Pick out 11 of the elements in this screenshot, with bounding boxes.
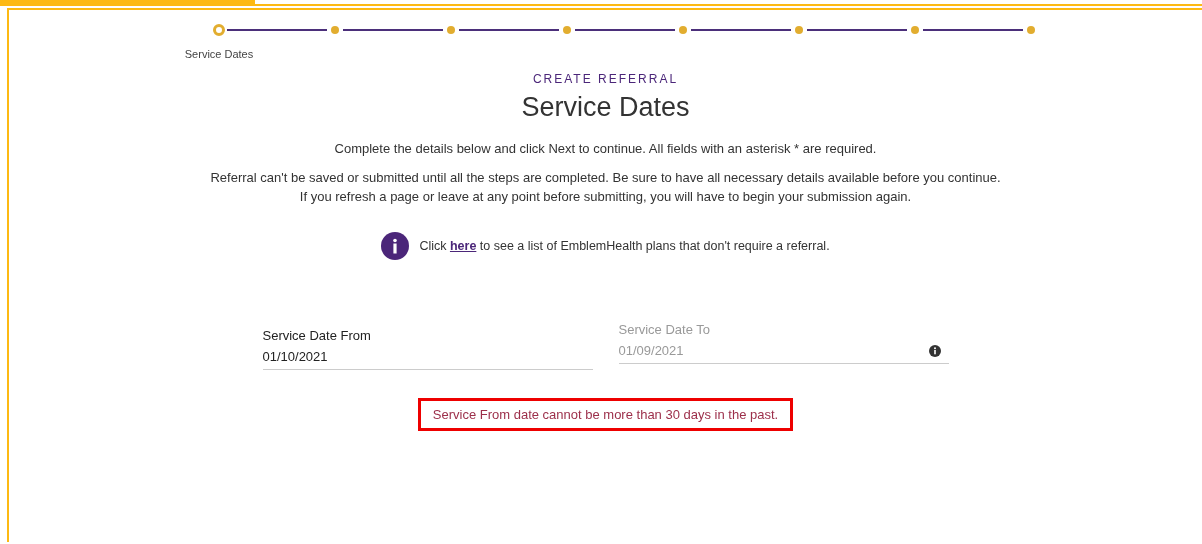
page-title: Service Dates [521,92,690,123]
info-text: Click here to see a list of EmblemHealth plans that don't require a referral. [419,239,830,253]
error-message: Service From date cannot be more than 30 days in the past. [417,398,794,431]
info-icon [381,232,410,260]
section-eyebrow: CREATE REFERRAL [532,72,679,86]
date-field[interactable]: Service Date From 01/10/2021 [262,328,593,370]
instruction-text: Referral can't be saved or submitted until all the steps are completed. Be sure to have all necessary details available before you continue. If you refresh a page or leave at any point before submitting, you will have to begin your submission again. [209,169,1002,206]
instruction-text: Complete the details below and click Next to continue. All fields with an asterisk * are required. [333,140,878,158]
here-link[interactable]: here [449,239,477,253]
info-icon [928,344,941,357]
step-label: Service Dates [184,48,254,60]
